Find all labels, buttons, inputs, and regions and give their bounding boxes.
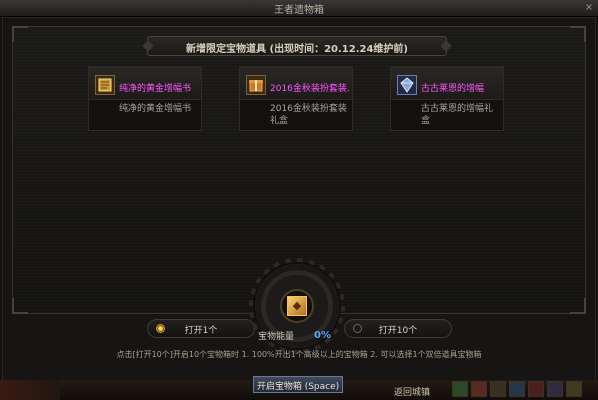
item-name: 古古莱恩的增幅 — [421, 84, 485, 94]
corner-ornament — [12, 26, 28, 42]
banner-text: 新增限定宝物道具 (出现时间：20.12.24维护前) — [186, 44, 408, 55]
item-card-autumn-set[interactable]: 2016金秋装扮套装… 2016金秋装扮套装礼盒 — [239, 66, 353, 131]
item-card-crystal-box[interactable]: 古古莱恩的增幅 古古莱恩的增幅礼盒 — [390, 66, 504, 131]
crystal-box-icon[interactable] — [397, 75, 417, 95]
hud-skill-icon[interactable] — [566, 381, 582, 397]
item-name: 2016金秋装扮套装… — [270, 84, 350, 94]
hud-skill-icon[interactable] — [471, 381, 487, 397]
open-treasure-button[interactable]: 开启宝物箱 (Space) — [253, 376, 343, 393]
corner-ornament — [570, 298, 586, 314]
item-description: 2016金秋装扮套装礼盒 — [270, 104, 347, 126]
hud-skill-icon[interactable] — [452, 381, 468, 397]
item-description: 古古莱恩的增幅礼盒 — [421, 104, 494, 126]
gold-book-icon[interactable] — [95, 75, 115, 95]
gift-box-icon[interactable] — [246, 75, 266, 95]
open-one-option[interactable]: 打开1个 — [147, 319, 255, 338]
open-ten-option[interactable]: 打开10个 — [344, 319, 452, 338]
corner-ornament — [570, 26, 586, 42]
hud-skill-icon[interactable] — [547, 381, 563, 397]
hud-label[interactable]: 返回城镇 — [394, 385, 430, 398]
item-card-header: 古古莱恩的增幅 — [391, 67, 503, 100]
window-title: 王者遗物箱 — [274, 5, 324, 16]
treasure-gem-icon[interactable]: ◆ — [287, 296, 307, 316]
hud-skill-icon[interactable] — [528, 381, 544, 397]
energy-label: 宝物能量 — [258, 332, 295, 342]
hud-left-decoration — [0, 380, 60, 400]
limited-items-banner: 新增限定宝物道具 (出现时间：20.12.24维护前) — [142, 36, 452, 56]
item-card-gold-book[interactable]: 纯净的黄金增幅书 纯净的黄金增幅书 — [88, 66, 202, 131]
open-one-label: 打开1个 — [184, 326, 218, 336]
treasure-box-window: 王者遗物箱 × 新增限定宝物道具 (出现时间：20.12.24维护前) 纯净的黄… — [0, 0, 598, 400]
item-description: 纯净的黄金增幅书 — [119, 104, 192, 114]
corner-ornament — [12, 298, 28, 314]
item-name: 纯净的黄金增幅书 — [119, 84, 192, 94]
energy-percent: 0% — [314, 330, 331, 341]
hud-skill-icon[interactable] — [490, 381, 506, 397]
close-icon[interactable]: × — [583, 2, 595, 14]
open-treasure-label: 开启宝物箱 (Space) — [256, 382, 340, 392]
item-card-header: 2016金秋装扮套装… — [240, 67, 352, 100]
open-ten-label: 打开10个 — [378, 326, 418, 336]
hud-skill-icon[interactable] — [509, 381, 525, 397]
item-card-header: 纯净的黄金增幅书 — [89, 67, 201, 100]
title-bar[interactable]: 王者遗物箱 × — [0, 0, 598, 17]
open-rules-hint: 点击[打开10个]开启10个宝物箱时 1. 100%开出1个高级以上的宝物箱 2… — [116, 350, 482, 359]
